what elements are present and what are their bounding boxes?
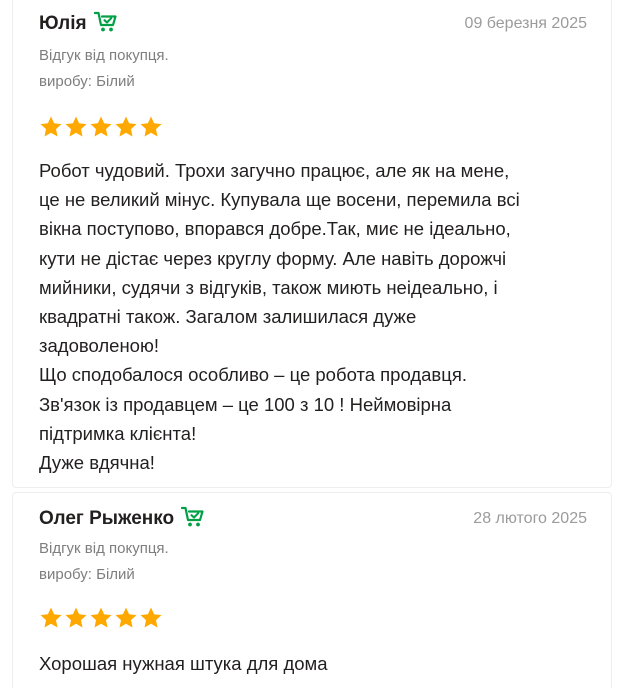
star-icon: [65, 116, 87, 137]
star-icon: [40, 116, 62, 137]
star-icon: [115, 116, 137, 137]
star-icon: [90, 116, 112, 137]
review-buyer-label: Відгук від покупця.: [39, 540, 169, 557]
review-text-line: квадратні також. Загалом залишилася дуже: [39, 306, 417, 328]
star-icon: [40, 607, 62, 628]
review-author: Юлія: [39, 11, 118, 36]
review-product-variant: виробу: Білий: [39, 566, 135, 583]
review-author-name: Юлія: [39, 13, 87, 34]
rating-stars: [39, 115, 163, 139]
review-text-line: мийники, судячи з відгуків, також миють …: [39, 276, 498, 298]
review-text-line: кути не дістає через круглу форму. Але н…: [39, 247, 507, 269]
review-date: 09 березня 2025: [464, 15, 587, 32]
review-text-line: Що сподобалося особливо – це робота прод…: [39, 364, 467, 386]
review-text-line: підтримка клієнта!: [39, 422, 197, 444]
review-buyer-label: Відгук від покупця.: [39, 47, 169, 64]
star-icon: [90, 607, 112, 628]
review-card: Юлія 09 березня 2025 Відгук від покупця.…: [12, 0, 612, 488]
review-text-line: задоволеною!: [39, 335, 159, 357]
review-text: Робот чудовий. Трохи загучно працює, але…: [39, 156, 589, 477]
review-text-line: вікна поступово, впорався добре.Так, миє…: [39, 218, 511, 240]
review-text-line: це не великий мінус. Купувала ще восени,…: [39, 189, 520, 211]
review-text-line: Хорошая нужная штука для дома: [39, 653, 328, 674]
star-icon: [115, 607, 137, 628]
review-author-name: Олег Рыженко: [39, 508, 175, 529]
star-icon: [140, 607, 162, 628]
review-card: Олег Рыженко 28 лютого 2025 Відгук від п…: [12, 492, 612, 688]
review-header: Олег Рыженко 28 лютого 2025: [39, 506, 587, 531]
review-text-line: Дуже вдячна!: [39, 452, 155, 474]
review-text: Хорошая нужная штука для дома: [39, 649, 589, 678]
review-date: 28 лютого 2025: [473, 510, 587, 527]
review-author: Олег Рыженко: [39, 506, 205, 531]
review-text-line: Зв'язок із продавцем – це 100 з 10 ! Ней…: [39, 393, 452, 415]
star-icon: [140, 116, 162, 137]
star-icon: [65, 607, 87, 628]
review-header: Юлія 09 березня 2025: [39, 11, 587, 36]
cart-check-icon: [93, 11, 117, 32]
rating-stars: [39, 606, 163, 630]
review-text-line: Робот чудовий. Трохи загучно працює, але…: [39, 160, 510, 181]
review-product-variant: виробу: Білий: [39, 73, 135, 90]
cart-check-icon: [181, 506, 204, 527]
